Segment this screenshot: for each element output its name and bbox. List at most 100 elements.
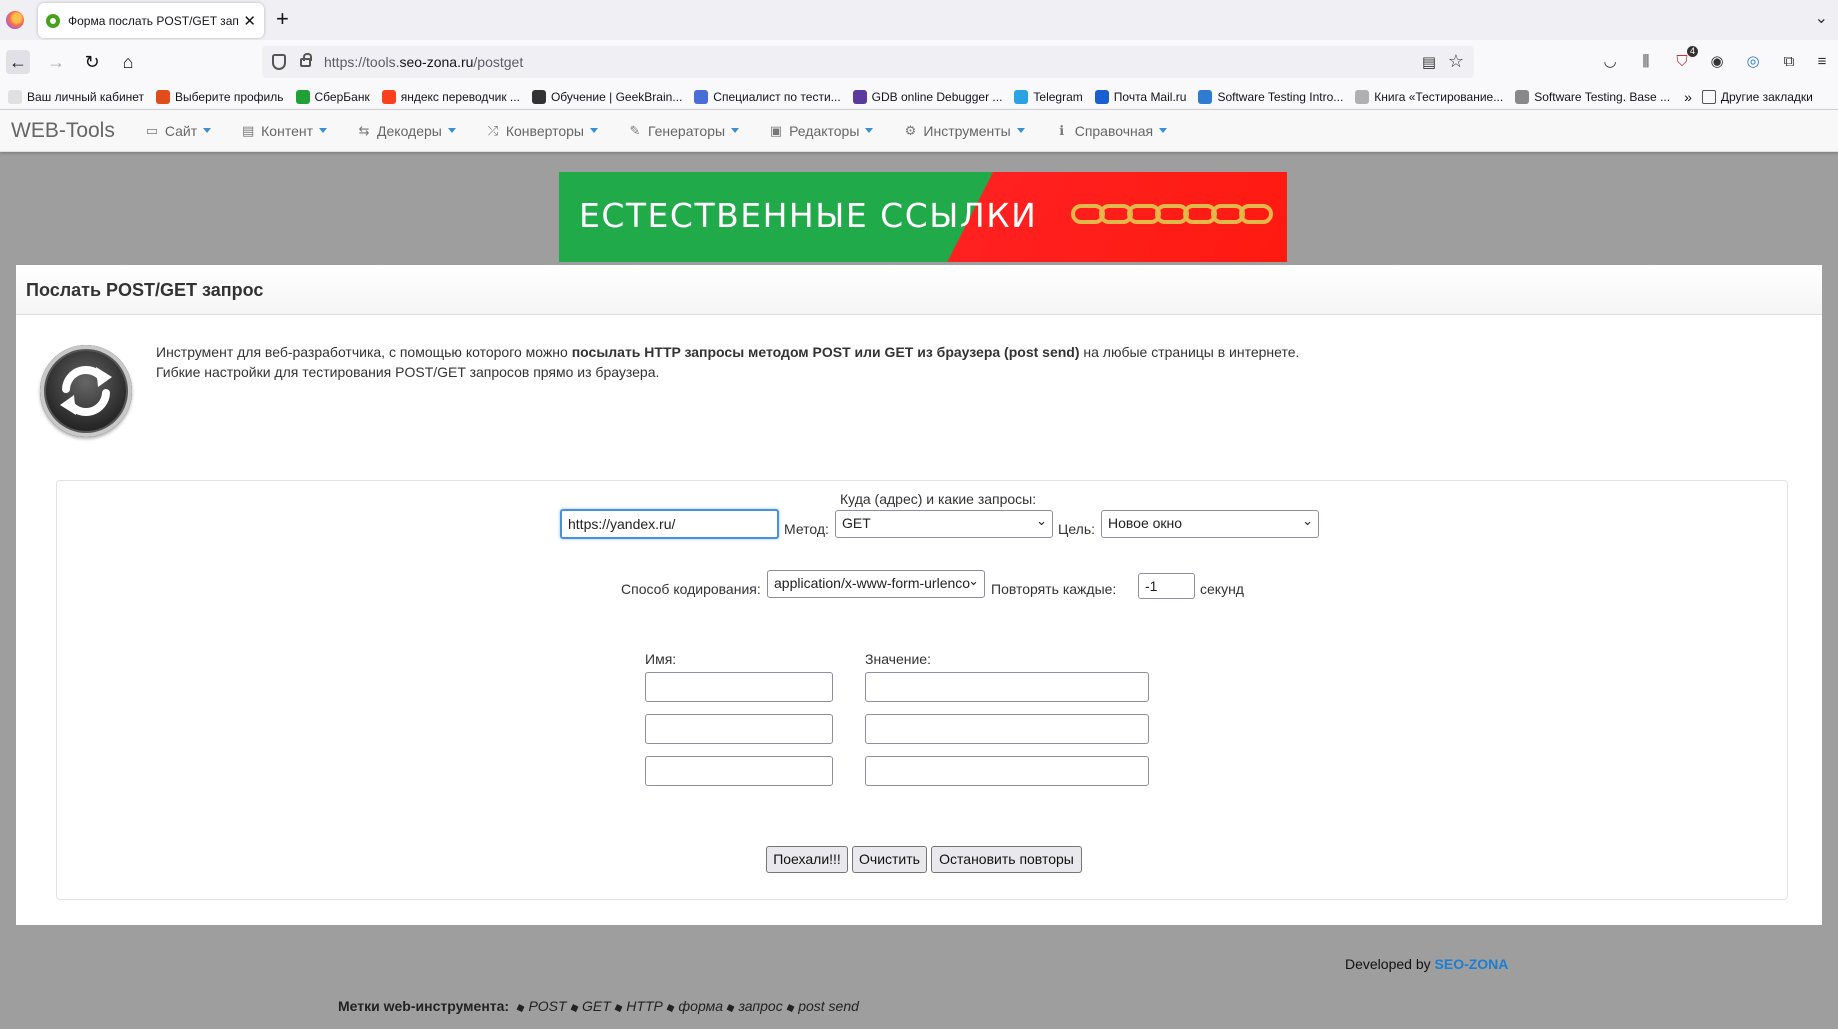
tag-icon: ◆ [784,1000,797,1016]
bookmark-star-icon[interactable]: ☆ [1448,51,1464,72]
more-bookmarks-chevron-icon[interactable]: » [1684,89,1692,105]
bookmark-label: Обучение | GeekBrain... [550,89,683,104]
address-label: Куда (адрес) и какие запросы: [840,491,1037,507]
repeat-input[interactable] [1138,573,1195,599]
bookmark-favicon-icon [531,89,546,104]
developed-by: Developed by SEO-ZONA [1345,956,1509,972]
encoding-label: Способ кодирования: [621,581,761,597]
nav-label: Конверторы [505,122,584,139]
tag-icon: ◆ [567,1000,581,1016]
nav-item-5[interactable]: ▣ Редакторы [769,122,874,139]
tags-label: Метки web-инструмента: [338,998,510,1014]
other-bookmarks-folder[interactable]: Другие закладки [1701,89,1813,104]
nav-item-6[interactable]: ⚙ Инструменты [903,122,1025,139]
bookmark-item[interactable]: Книга «Тестирование... [1355,89,1503,104]
method-label: Метод: [784,521,829,537]
bookmark-item[interactable]: Обучение | GeekBrain... [531,89,683,104]
nav-item-4[interactable]: ✎ Генераторы [628,123,740,139]
encoding-select[interactable]: application/x-www-form-urlenco ⌄ [767,570,985,598]
seconds-label: секунд [1200,581,1244,597]
nav-item-3[interactable]: ⤮ Конверторы [486,123,598,139]
site-brand[interactable]: WEB-Tools [11,119,115,143]
tracking-protection-shield-icon[interactable] [272,54,286,70]
developer-link[interactable]: SEO-ZONA [1435,956,1509,972]
reload-button[interactable]: ↻ [80,50,104,74]
url-input[interactable] [560,509,779,539]
param-value-input-3[interactable] [865,756,1149,786]
bookmark-item[interactable]: Software Testing Intro... [1198,89,1343,104]
browser-tab-bar: Форма послать POST/GET запр ✕ + ⌄ [0,0,1838,40]
submit-button[interactable]: Поехали!!! [766,846,848,873]
tag-link[interactable]: post send [798,998,859,1014]
tab-title: Форма послать POST/GET запр [68,13,240,28]
tool-panel: Послать POST/GET запрос Инструмент для в… [16,265,1822,925]
ad-banner[interactable]: ЕСТЕСТВЕННЫЕ ССЫЛКИ [559,172,1287,262]
page-title: Послать POST/GET запрос [26,280,264,300]
account-icon[interactable]: ◎ [1743,52,1763,72]
clear-button[interactable]: Очистить [852,846,927,873]
caret-down-icon [589,128,598,133]
reader-view-icon[interactable]: ▤ [1422,53,1436,71]
forward-button[interactable]: → [44,50,68,74]
tag-link[interactable]: форма [678,998,723,1014]
bookmark-favicon-icon [1355,89,1370,104]
bookmark-item[interactable]: GDB online Debugger ... [852,89,1002,104]
bookmark-favicon-icon [694,89,709,104]
browser-tab-active[interactable]: Форма послать POST/GET запр ✕ [38,3,264,38]
address-bar[interactable]: https://tools.seo-zona.ru/postget ▤ ☆ [262,46,1474,78]
banner-text: ЕСТЕСТВЕННЫЕ ССЫЛКИ [579,196,1038,235]
list-all-tabs-icon[interactable]: ⌄ [1815,8,1828,28]
chevron-down-icon: ⌄ [1302,513,1313,528]
new-tab-button[interactable]: + [276,7,289,31]
firefox-logo-icon [6,11,24,29]
nav-label: Контент [261,122,314,139]
tab-close-icon[interactable]: ✕ [243,12,256,30]
param-value-input-1[interactable] [865,672,1149,702]
nav-item-1[interactable]: ▤ Контент [241,122,328,139]
url-text[interactable]: https://tools.seo-zona.ru/postget [324,54,523,70]
bookmark-label: Выберите профиль [175,89,284,104]
nav-label: Инструменты [923,122,1011,139]
lock-icon[interactable] [300,53,312,67]
param-name-input-2[interactable] [645,714,833,744]
pocket-icon[interactable]: ◡ [1600,52,1620,72]
nav-item-2[interactable]: ⇆ Декодеры [357,123,456,139]
bookmark-item[interactable]: Software Testing. Base ... [1515,89,1671,104]
shuffle-icon: ⤮ [487,122,499,138]
bookmark-item[interactable]: Специалист по тести... [694,89,841,104]
bookmark-favicon-icon [852,89,867,104]
bookmark-item[interactable]: Выберите профиль [156,89,284,104]
back-button[interactable]: ← [6,50,30,74]
bookmark-favicon-icon [1094,89,1109,104]
library-icon[interactable]: ⫼ [1636,52,1656,72]
bookmark-item[interactable]: Telegram [1014,89,1083,104]
bookmark-item[interactable]: яндекс переводчик ... [381,89,520,104]
param-name-input-3[interactable] [645,756,833,786]
tag-link[interactable]: POST [528,998,566,1014]
site-favicon-icon [46,13,60,28]
tag-link[interactable]: запрос [738,998,782,1014]
param-value-input-2[interactable] [865,714,1149,744]
menu-icon[interactable]: ≡ [1812,52,1832,72]
extension-mask-icon[interactable]: ◉ [1707,52,1727,72]
extension-shield-icon[interactable]: ⛉ 4 [1672,46,1698,72]
nav-item-0[interactable]: ▭ Сайт [145,123,212,139]
bookmark-item[interactable]: Ваш личный кабинет [8,89,145,104]
bookmark-item[interactable]: Почта Mail.ru [1094,89,1186,104]
bookmark-label: Software Testing. Base ... [1534,89,1671,104]
target-select[interactable]: Новое окно ⌄ [1101,510,1319,538]
nav-item-7[interactable]: ℹ Справочная [1055,123,1168,139]
tag-link[interactable]: GET [582,998,611,1014]
value-column-label: Значение: [865,651,931,667]
extensions-puzzle-icon[interactable]: ⧉ [1779,52,1799,72]
param-name-input-1[interactable] [645,672,833,702]
bookmark-item[interactable]: СберБанк [295,89,370,104]
bookmark-label: Ваш личный кабинет [27,89,145,104]
nav-label: Редакторы [789,122,860,139]
tag-link[interactable]: HTTP [626,998,663,1014]
stop-repeats-button[interactable]: Остановить повторы [931,846,1082,873]
method-select[interactable]: GET ⌄ [835,510,1053,538]
home-button[interactable]: ⌂ [116,50,140,74]
site-navbar: WEB-Tools ▭ Сайт ▤ Контент ⇆ Декодеры ⤮ Конверт… [0,110,1838,152]
tag-icon: ◆ [724,1000,737,1016]
